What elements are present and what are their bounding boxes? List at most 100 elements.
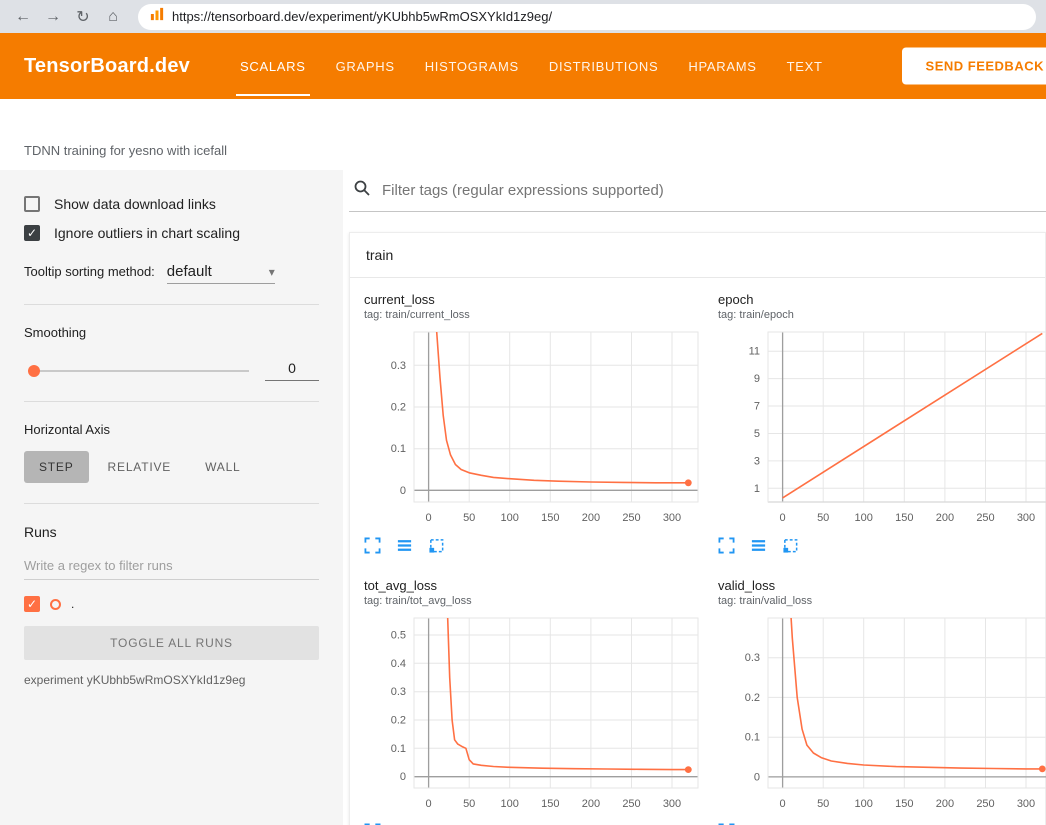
svg-text:300: 300 xyxy=(1017,798,1035,810)
horizontal-axis-buttons: STEP RELATIVE WALL xyxy=(24,451,319,483)
stacked-lines-icon[interactable] xyxy=(396,537,413,554)
smoothing-value-input[interactable]: 0 xyxy=(265,360,319,381)
sidebar-divider xyxy=(24,304,319,305)
svg-text:0.5: 0.5 xyxy=(391,630,406,642)
axis-wall-button[interactable]: WALL xyxy=(190,451,255,483)
tooltip-sorting-select[interactable]: default ▾ xyxy=(167,263,275,284)
tab-histograms[interactable]: HISTOGRAMS xyxy=(425,33,519,99)
forward-icon[interactable]: → xyxy=(40,8,66,26)
tag-group-header[interactable]: train xyxy=(350,233,1045,278)
ignore-outliers-row: ✓ Ignore outliers in chart scaling xyxy=(24,225,319,241)
run-list-item: ✓ . xyxy=(24,596,319,612)
svg-text:7: 7 xyxy=(754,401,760,413)
chart-title: valid_loss xyxy=(718,578,1046,593)
run-color-circle-icon[interactable] xyxy=(50,599,61,610)
svg-text:200: 200 xyxy=(582,798,600,810)
svg-text:0: 0 xyxy=(400,771,406,783)
svg-text:50: 50 xyxy=(463,798,475,810)
svg-text:50: 50 xyxy=(463,512,475,524)
chart-title: tot_avg_loss xyxy=(364,578,706,593)
toggle-all-runs-button[interactable]: TOGGLE ALL RUNS xyxy=(24,626,319,660)
chart-tag: tag: train/tot_avg_loss xyxy=(364,595,706,607)
chevron-down-icon: ▾ xyxy=(269,265,275,279)
svg-text:0: 0 xyxy=(400,485,406,497)
send-feedback-button[interactable]: SEND FEEDBACK xyxy=(902,48,1046,85)
horizontal-axis-label: Horizontal Axis xyxy=(24,422,319,437)
address-bar[interactable]: https://tensorboard.dev/experiment/yKUbh… xyxy=(138,4,1036,30)
run-checkbox[interactable]: ✓ xyxy=(24,596,40,612)
smoothing-slider[interactable] xyxy=(30,370,249,372)
line-chart-epoch[interactable]: 1357911050100150200250300 xyxy=(718,326,1046,528)
experiment-description-text: TDNN training for yesno with icefall xyxy=(24,143,227,158)
chart-title: current_loss xyxy=(364,292,706,307)
svg-text:50: 50 xyxy=(817,512,829,524)
svg-text:150: 150 xyxy=(541,798,559,810)
nav-tabs: SCALARS GRAPHS HISTOGRAMS DISTRIBUTIONS … xyxy=(240,33,823,99)
svg-text:100: 100 xyxy=(501,512,519,524)
svg-text:200: 200 xyxy=(936,798,954,810)
line-chart-current-loss[interactable]: 00.10.20.3050100150200250300 xyxy=(364,326,706,528)
svg-text:1: 1 xyxy=(754,483,760,495)
tab-hparams[interactable]: HPARAMS xyxy=(688,33,756,99)
line-chart-valid-loss[interactable]: 00.10.20.3050100150200250300 xyxy=(718,612,1046,814)
ignore-outliers-checkbox[interactable]: ✓ xyxy=(24,225,40,241)
svg-text:200: 200 xyxy=(936,512,954,524)
chart-toolbar xyxy=(718,537,1046,554)
tab-scalars[interactable]: SCALARS xyxy=(240,33,306,99)
chart-card-current-loss: current_loss tag: train/current_loss 00.… xyxy=(364,292,706,554)
show-download-links-row: Show data download links xyxy=(24,196,319,212)
svg-text:0.1: 0.1 xyxy=(745,732,760,744)
svg-text:0.3: 0.3 xyxy=(745,652,760,664)
browser-toolbar: ← → ↻ ⌂ https://tensorboard.dev/experime… xyxy=(0,0,1046,33)
axis-step-button[interactable]: STEP xyxy=(24,451,89,483)
tooltip-sorting-value: default xyxy=(167,263,212,280)
charts-grid: current_loss tag: train/current_loss 00.… xyxy=(350,278,1045,825)
back-icon[interactable]: ← xyxy=(10,8,36,26)
svg-text:250: 250 xyxy=(976,798,994,810)
svg-text:0: 0 xyxy=(780,512,786,524)
svg-text:11: 11 xyxy=(749,346,760,358)
svg-text:0.3: 0.3 xyxy=(391,360,406,372)
svg-text:150: 150 xyxy=(895,512,913,524)
stacked-lines-icon[interactable] xyxy=(750,537,767,554)
run-name: . xyxy=(71,597,74,611)
reload-icon[interactable]: ↻ xyxy=(70,7,96,27)
expand-icon[interactable] xyxy=(364,537,381,554)
home-icon[interactable]: ⌂ xyxy=(100,8,126,26)
smoothing-label: Smoothing xyxy=(24,325,319,340)
svg-text:300: 300 xyxy=(663,798,681,810)
show-download-links-checkbox[interactable] xyxy=(24,196,40,212)
svg-text:0: 0 xyxy=(426,512,432,524)
svg-text:0: 0 xyxy=(780,798,786,810)
svg-text:250: 250 xyxy=(976,512,994,524)
tag-filter-input[interactable] xyxy=(380,181,1042,200)
runs-filter-input[interactable] xyxy=(24,552,319,580)
svg-text:200: 200 xyxy=(582,512,600,524)
svg-text:0.3: 0.3 xyxy=(391,686,406,698)
experiment-id-label: experiment yKUbhb5wRmOSXYkId1z9eg xyxy=(24,673,319,687)
fit-domain-icon[interactable] xyxy=(782,537,799,554)
app-logo: TensorBoard.dev xyxy=(24,55,190,78)
line-chart-tot-avg-loss[interactable]: 00.10.20.30.40.5050100150200250300 xyxy=(364,612,706,814)
svg-text:250: 250 xyxy=(622,512,640,524)
expand-icon[interactable] xyxy=(718,537,735,554)
svg-text:0.2: 0.2 xyxy=(745,692,760,704)
tooltip-sorting-row: Tooltip sorting method: default ▾ xyxy=(24,263,319,284)
url-text[interactable]: https://tensorboard.dev/experiment/yKUbh… xyxy=(172,9,552,24)
svg-text:0.4: 0.4 xyxy=(391,658,406,670)
svg-text:250: 250 xyxy=(622,798,640,810)
svg-text:5: 5 xyxy=(754,428,760,440)
svg-text:300: 300 xyxy=(1017,512,1035,524)
svg-text:100: 100 xyxy=(855,512,873,524)
tab-graphs[interactable]: GRAPHS xyxy=(336,33,395,99)
fit-domain-icon[interactable] xyxy=(428,537,445,554)
axis-relative-button[interactable]: RELATIVE xyxy=(93,451,187,483)
svg-text:0.2: 0.2 xyxy=(391,715,406,727)
svg-text:0.2: 0.2 xyxy=(391,402,406,414)
tab-distributions[interactable]: DISTRIBUTIONS xyxy=(549,33,659,99)
svg-text:150: 150 xyxy=(541,512,559,524)
smoothing-slider-row: 0 xyxy=(24,360,319,381)
tab-text[interactable]: TEXT xyxy=(787,33,823,99)
svg-text:100: 100 xyxy=(501,798,519,810)
smoothing-slider-thumb[interactable] xyxy=(28,365,40,377)
